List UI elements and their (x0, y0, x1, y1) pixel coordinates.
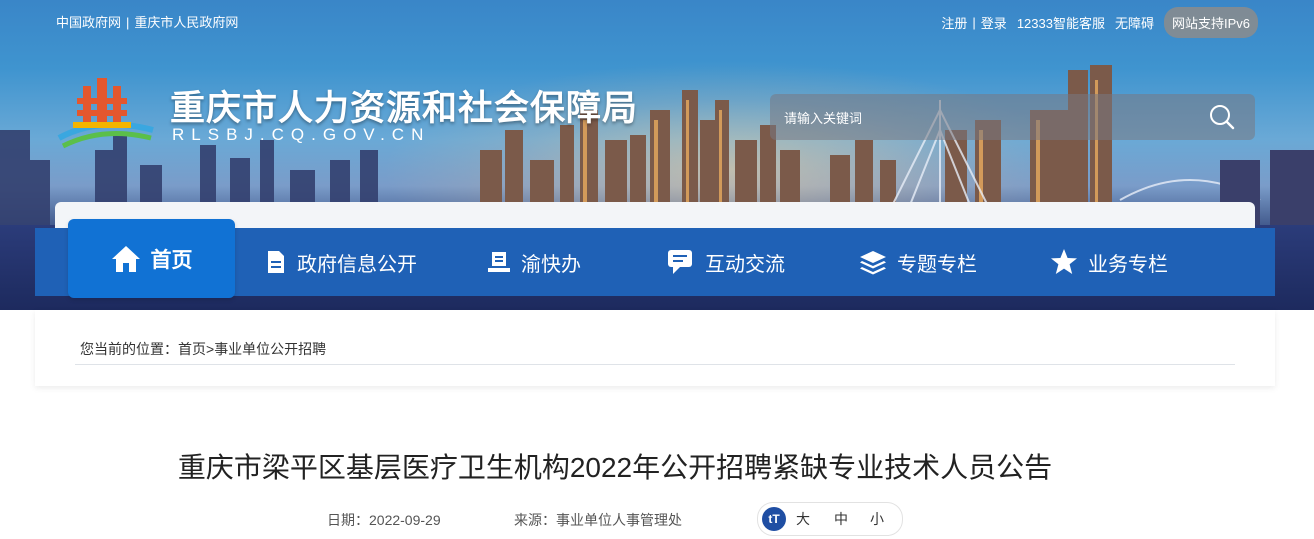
nav-item-topics[interactable]: 专题专栏 (859, 228, 977, 296)
source-label: 来源： (514, 512, 556, 528)
article-date: 日期：2022-09-29 (327, 510, 441, 530)
breadcrumb-prefix: 您当前的位置： (80, 341, 178, 357)
search-icon[interactable] (1209, 104, 1235, 130)
star-icon (1051, 249, 1077, 274)
nav-item-gov-info[interactable]: 政府信息公开 (265, 228, 417, 296)
top-links-right: 注册 | 登录 12333智能客服 无障碍 网站支持IPv6 (941, 7, 1258, 38)
nav-label: 渝快办 (521, 253, 581, 276)
nav-label: 专题专栏 (897, 253, 977, 276)
breadcrumb: 您当前的位置：首页>事业单位公开招聘 (80, 339, 326, 359)
breadcrumb-separator: > (206, 341, 215, 357)
desk-icon (488, 252, 510, 272)
font-size-icon: tT (762, 507, 786, 531)
home-icon (111, 245, 140, 272)
nav-item-interaction[interactable]: 互动交流 (667, 228, 785, 296)
article-source: 来源：事业单位人事管理处 (514, 510, 682, 530)
font-large-button[interactable]: 大 (796, 509, 810, 529)
site-title: 重庆市人力资源和社会保障局 (170, 89, 639, 128)
nav-label: 业务专栏 (1088, 253, 1168, 276)
smart-service-link[interactable]: 12333智能客服 (1017, 13, 1105, 32)
document-icon (268, 251, 284, 273)
article-title: 重庆市梁平区基层医疗卫生机构2022年公开招聘紧缺专业技术人员公告 (177, 452, 1053, 483)
register-link[interactable]: 注册 (941, 13, 967, 32)
login-link[interactable]: 登录 (981, 13, 1007, 32)
link-gov-cn[interactable]: 中国政府网 (56, 15, 121, 30)
date-value: 2022-09-29 (369, 512, 441, 528)
divider (75, 364, 1235, 365)
breadcrumb-home-link[interactable]: 首页 (178, 341, 206, 357)
accessibility-link[interactable]: 无障碍 (1115, 13, 1154, 32)
search-box (770, 94, 1255, 140)
font-small-button[interactable]: 小 (870, 509, 884, 529)
site-logo-icon (57, 78, 154, 149)
nav-item-business[interactable]: 业务专栏 (1050, 228, 1168, 296)
ipv6-badge: 网站支持IPv6 (1163, 7, 1258, 38)
nav-label: 互动交流 (705, 253, 785, 276)
date-label: 日期： (327, 512, 369, 528)
layers-icon (860, 251, 886, 275)
font-size-switcher: tT 大 中 小 (757, 502, 903, 536)
nav-item-home[interactable]: 首页 (68, 219, 235, 298)
font-medium-button[interactable]: 中 (834, 509, 848, 529)
site-domain: RLSBJ.CQ.GOV.CN (172, 125, 431, 144)
top-links-left: 中国政府网 | 重庆市人民政府网 (56, 15, 239, 30)
search-input[interactable] (782, 104, 1186, 132)
link-cq-gov[interactable]: 重庆市人民政府网 (134, 15, 238, 30)
nav-item-yukuaiban[interactable]: 渝快办 (487, 228, 581, 296)
breadcrumb-current[interactable]: 事业单位公开招聘 (214, 341, 326, 357)
breadcrumb-panel: 您当前的位置：首页>事业单位公开招聘 (35, 310, 1275, 386)
source-value: 事业单位人事管理处 (556, 512, 682, 528)
nav-label: 首页 (150, 248, 193, 272)
nav-label: 政府信息公开 (297, 253, 417, 276)
chat-icon (668, 250, 692, 274)
